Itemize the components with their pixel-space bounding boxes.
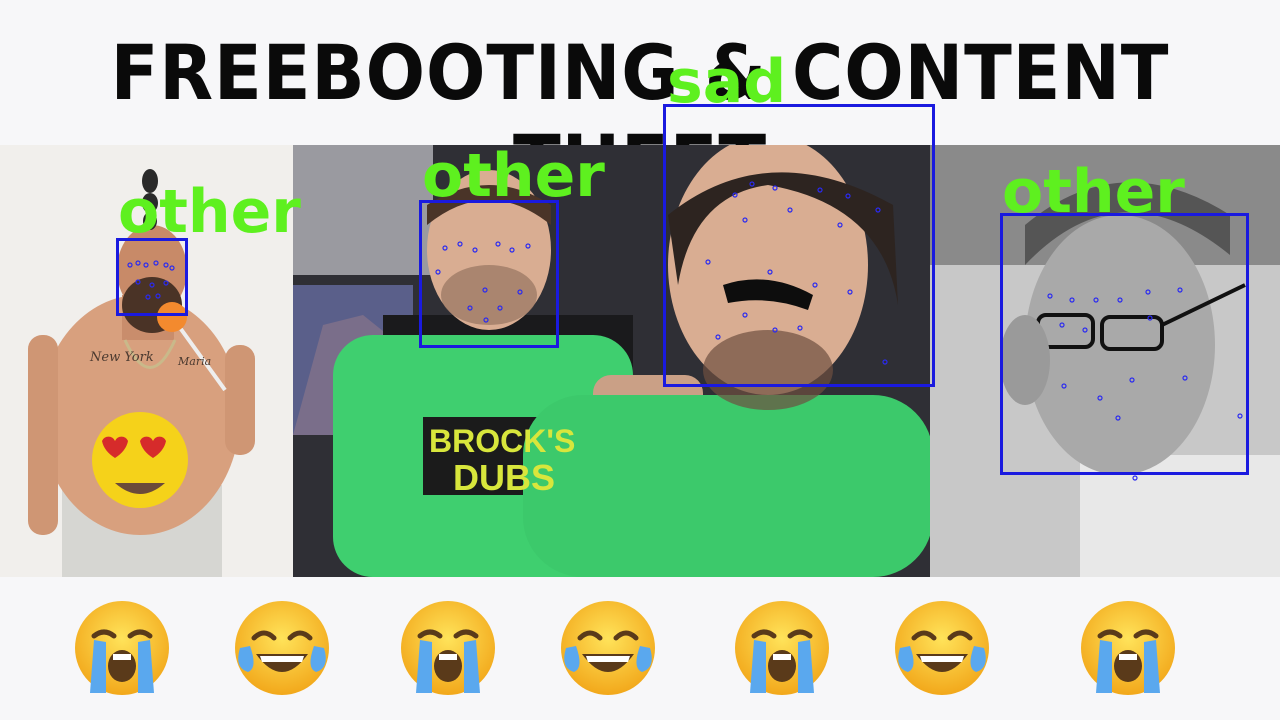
face-box-3	[663, 104, 935, 387]
shirt-text-line2: DUBS	[453, 457, 556, 498]
emotion-label-3: sad	[667, 47, 787, 117]
crying-face-icon	[75, 601, 169, 695]
crying-face-icon	[1081, 601, 1175, 695]
crying-face-icon	[735, 601, 829, 695]
face-box-2	[419, 200, 559, 348]
tears-of-joy-icon	[895, 601, 989, 695]
crying-face-icon	[401, 601, 495, 695]
emotion-label-2: other	[422, 141, 605, 211]
emotion-label-4: other	[1002, 157, 1185, 227]
tears-of-joy-icon	[561, 601, 655, 695]
face-box-1	[116, 238, 188, 316]
emotion-label-1: other	[118, 177, 301, 247]
shirt-text-line1: BROCK'S	[429, 423, 576, 459]
title-bar: FREEBOOTING & CONTENT THEFT	[0, 0, 1280, 207]
tattoo-text-right: Maria	[178, 355, 212, 368]
face-box-4	[1000, 213, 1249, 475]
tattoo-text-left: New York	[90, 350, 154, 365]
tears-of-joy-icon	[235, 601, 329, 695]
